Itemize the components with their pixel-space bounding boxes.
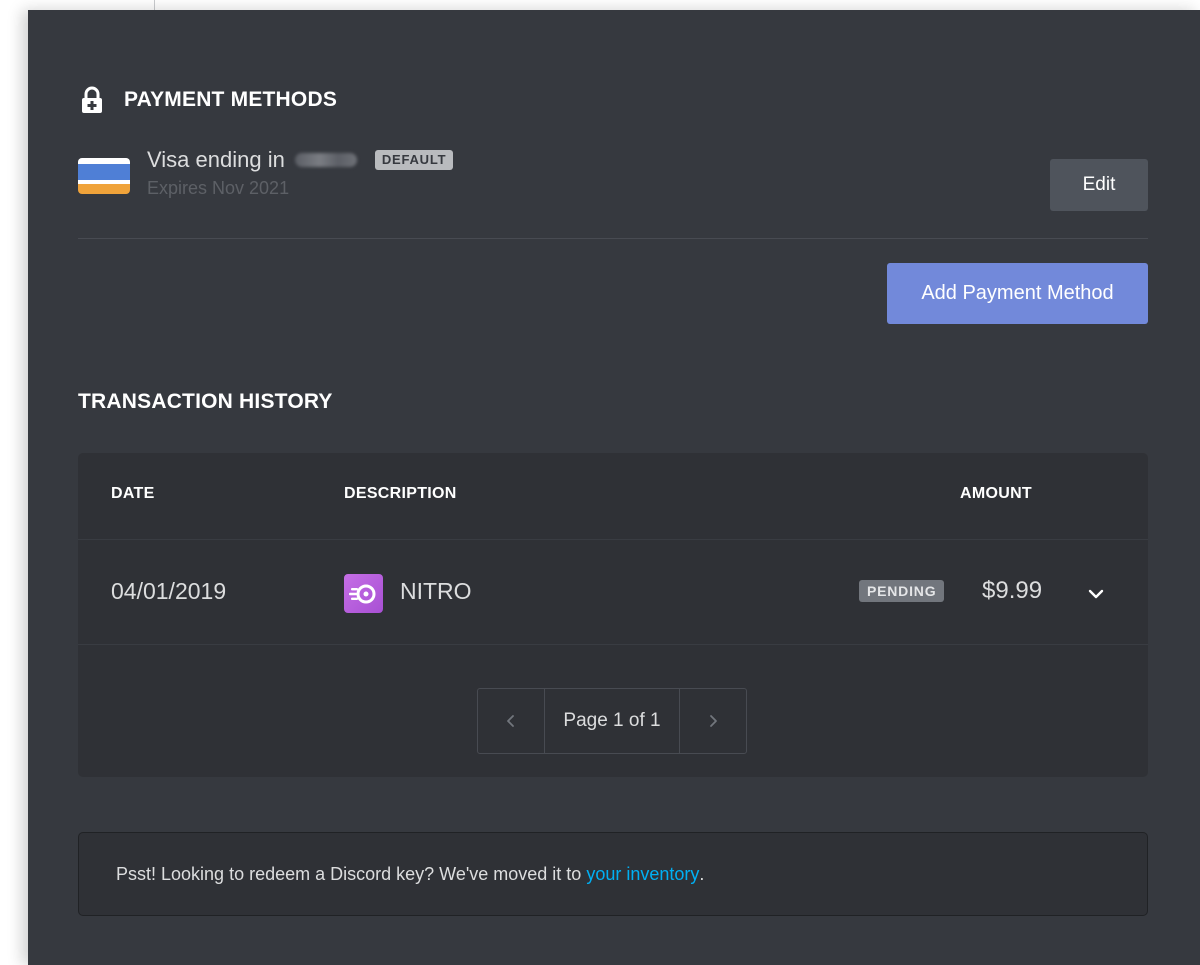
billing-panel: PAYMENT METHODS Visa ending in DEFAULT E… [28,10,1200,965]
edit-button[interactable]: Edit [1050,159,1148,211]
nitro-icon [344,574,383,613]
payment-methods-title: PAYMENT METHODS [124,88,338,111]
default-badge: DEFAULT [374,150,454,170]
column-header-description: DESCRIPTION [344,485,457,502]
chevron-down-icon[interactable] [1084,582,1108,606]
chevron-right-icon [710,715,717,727]
card-expiry: Expires Nov 2021 [147,178,290,198]
column-header-date: DATE [111,485,155,502]
credit-card-icon [78,158,130,194]
notice-suffix: . [699,863,705,884]
status-badge: PENDING [859,580,945,602]
previous-page-button[interactable] [478,689,544,753]
transaction-description: NITRO [400,578,472,604]
transaction-table: DATE DESCRIPTION AMOUNT 04/01/2019 NITRO [78,453,1148,777]
table-header: DATE DESCRIPTION AMOUNT [78,453,1148,540]
card-label: Visa ending in [147,147,285,172]
transaction-amount: $9.99 [982,577,1043,604]
card-details: Visa ending in DEFAULT Expires Nov 2021 [147,144,454,199]
add-payment-method-button[interactable]: Add Payment Method [887,263,1148,324]
column-header-amount: AMOUNT [960,485,1033,502]
divider [78,238,1148,239]
card-number-redacted [294,153,357,167]
notice-text: Psst! Looking to redeem a Discord key? W… [116,863,582,884]
page: PAYMENT METHODS Visa ending in DEFAULT E… [0,0,1200,965]
page-indicator: Page 1 of 1 [544,689,680,753]
redeem-notice: Psst! Looking to redeem a Discord key? W… [78,832,1148,916]
inventory-link[interactable]: your inventory [586,864,699,885]
pagination: Page 1 of 1 [477,688,747,754]
lock-icon [82,86,102,113]
transaction-date: 04/01/2019 [111,578,227,604]
next-page-button[interactable] [680,689,746,753]
chevron-left-icon [507,715,514,727]
payment-methods-header: PAYMENT METHODS [80,86,337,114]
table-row[interactable]: 04/01/2019 NITRO PENDING $9.99 [78,540,1148,645]
saved-card-row: Visa ending in DEFAULT Expires Nov 2021 … [78,144,1148,228]
transaction-history-title: TRANSACTION HISTORY [78,390,333,413]
